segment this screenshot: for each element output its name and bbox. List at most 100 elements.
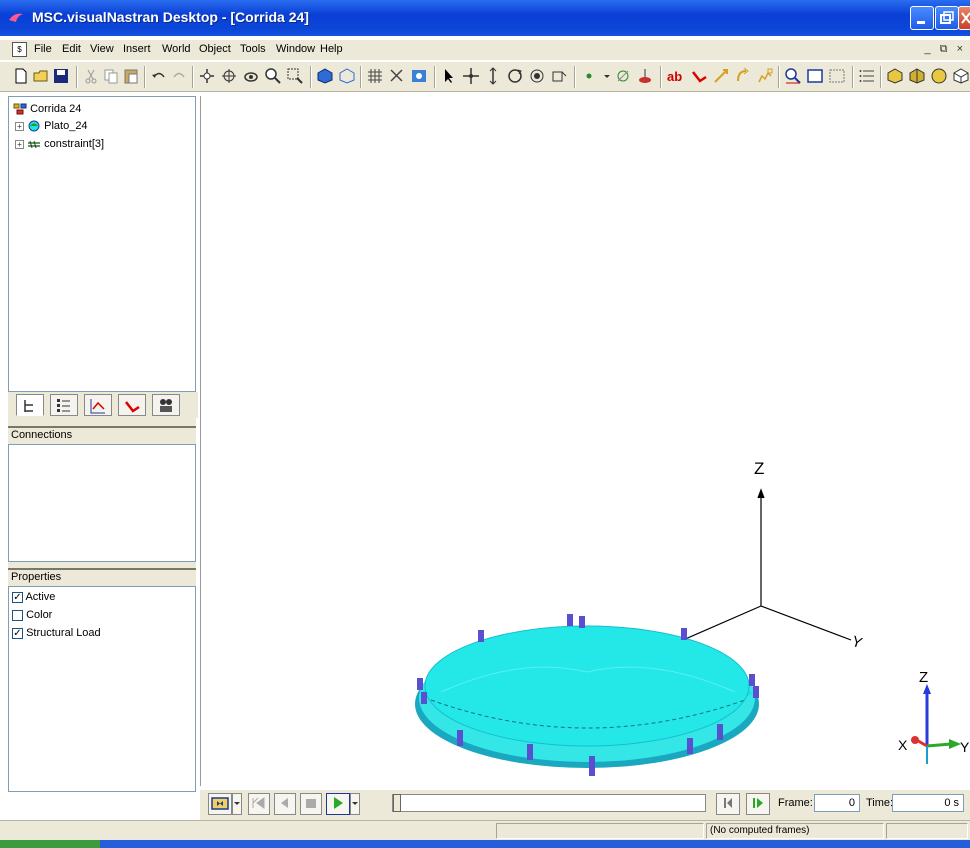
torque-icon[interactable] (734, 67, 752, 85)
property-color[interactable]: Color (12, 609, 52, 621)
frame-input[interactable]: 0 (814, 794, 860, 812)
axis-y-label: Y (849, 633, 864, 652)
track-icon[interactable] (410, 67, 428, 85)
spin-view-icon[interactable] (242, 67, 260, 85)
step-back-button[interactable] (274, 793, 296, 815)
object-tree[interactable]: Corrida 24 + Plato_24 + constraint[3] (8, 96, 196, 392)
playback-mode-button[interactable] (208, 793, 232, 815)
zoom-window-icon[interactable] (286, 67, 304, 85)
render-flat-icon[interactable] (908, 67, 926, 85)
select-arrow-icon[interactable] (440, 67, 458, 85)
menu-edit[interactable]: Edit (62, 43, 81, 55)
render-smooth-icon[interactable] (886, 67, 904, 85)
menu-help[interactable]: Help (320, 43, 343, 55)
status-cell-right (886, 823, 968, 839)
tree-root[interactable]: Corrida 24 (13, 103, 81, 119)
undo-icon[interactable] (150, 67, 168, 85)
tab-vector[interactable] (118, 394, 146, 416)
menu-tools[interactable]: Tools (240, 43, 266, 55)
next-frame-button[interactable] (746, 793, 770, 815)
menu-object[interactable]: Object (199, 43, 231, 55)
expand-icon[interactable]: + (15, 139, 24, 149)
close-button[interactable] (958, 6, 970, 30)
play-dropdown[interactable] (350, 793, 360, 815)
document-system-icon[interactable]: $ (12, 42, 27, 57)
paste-icon[interactable] (122, 67, 140, 85)
connections-panel[interactable] (8, 444, 196, 562)
checkbox-structural-load[interactable]: ✓ (12, 627, 23, 639)
move-icon[interactable] (462, 67, 480, 85)
zoom-icon[interactable] (264, 67, 282, 85)
frame-icon[interactable] (806, 67, 824, 85)
rotate-view-icon[interactable] (220, 67, 238, 85)
3d-viewport[interactable]: Z Y X (200, 96, 970, 786)
maximize-button[interactable] (935, 6, 959, 30)
property-structural-load[interactable]: ✓ Structural Load (12, 627, 101, 639)
start-button[interactable] (0, 840, 100, 848)
redo-icon[interactable] (170, 67, 188, 85)
force-icon[interactable] (712, 67, 730, 85)
spin-object-icon[interactable] (528, 67, 546, 85)
property-active[interactable]: ✓ Active (12, 591, 55, 603)
shaded-cube-icon[interactable] (316, 67, 334, 85)
zoom-fit-icon[interactable] (784, 67, 802, 85)
constraint-icon[interactable] (614, 67, 632, 85)
joint-icon[interactable] (636, 67, 654, 85)
menu-world[interactable]: World (162, 43, 191, 55)
minimize-button[interactable] (910, 6, 934, 30)
restore-icon (940, 11, 954, 24)
cut-icon[interactable] (82, 67, 100, 85)
timeline-thumb[interactable] (393, 794, 401, 812)
plato-disk[interactable] (415, 625, 759, 768)
pan-view-icon[interactable] (198, 67, 216, 85)
point-icon[interactable] (580, 67, 598, 85)
vector-icon[interactable] (690, 67, 708, 85)
coordinates-icon[interactable] (388, 67, 406, 85)
time-input[interactable]: 0 s (892, 794, 964, 812)
wireframe-cube-icon[interactable] (338, 67, 356, 85)
menu-file[interactable]: File (34, 43, 52, 55)
tab-properties-list[interactable] (50, 394, 78, 416)
mdi-window-controls[interactable]: _ ⧉ × (924, 43, 966, 56)
new-file-icon[interactable] (12, 67, 30, 85)
save-icon[interactable] (52, 67, 70, 85)
spring-icon[interactable] (756, 67, 774, 85)
checkbox-color[interactable] (12, 609, 23, 621)
connections-header: Connections (8, 426, 196, 442)
list-icon[interactable] (858, 67, 876, 85)
title-bar: MSC.visualNastran Desktop - [Corrida 24] (0, 0, 970, 36)
tree-view-icon (24, 400, 33, 412)
rewind-icon (252, 797, 265, 809)
triad-x-label: X (898, 737, 908, 753)
taskbar (0, 840, 970, 848)
expand-icon[interactable]: + (15, 121, 24, 131)
copy-icon[interactable] (102, 67, 120, 85)
rewind-button[interactable] (248, 793, 270, 815)
grid-icon[interactable] (366, 67, 384, 85)
annotation-text-icon[interactable]: ab (666, 67, 688, 85)
rotate-around-icon[interactable] (550, 67, 568, 85)
tab-graph[interactable] (84, 394, 112, 416)
menu-window[interactable]: Window (276, 43, 315, 55)
play-button[interactable] (326, 793, 350, 815)
prev-frame-button[interactable] (716, 793, 740, 815)
open-folder-icon[interactable] (32, 67, 50, 85)
menu-view[interactable]: View (90, 43, 114, 55)
tree-item-plato[interactable]: + Plato_24 (15, 120, 88, 136)
tree-item-constraint[interactable]: + constraint[3] (15, 138, 104, 154)
move-vertical-icon[interactable] (484, 67, 502, 85)
timeline-slider[interactable] (392, 794, 706, 812)
checkbox-active[interactable]: ✓ (12, 591, 23, 603)
stop-button[interactable] (300, 793, 322, 815)
tab-tree[interactable] (16, 394, 44, 416)
render-sphere-icon[interactable] (930, 67, 948, 85)
render-box-icon[interactable] (952, 67, 970, 85)
rotate-object-icon[interactable] (506, 67, 524, 85)
film-icon (211, 797, 229, 810)
dotted-frame-icon[interactable] (828, 67, 846, 85)
window-title: MSC.visualNastran Desktop - [Corrida 24] (32, 9, 309, 25)
menu-bar: $ File Edit View Insert World Object Too… (0, 40, 970, 60)
menu-insert[interactable]: Insert (123, 43, 151, 55)
tab-camera[interactable] (152, 394, 180, 416)
playback-mode-dropdown[interactable] (232, 793, 242, 815)
